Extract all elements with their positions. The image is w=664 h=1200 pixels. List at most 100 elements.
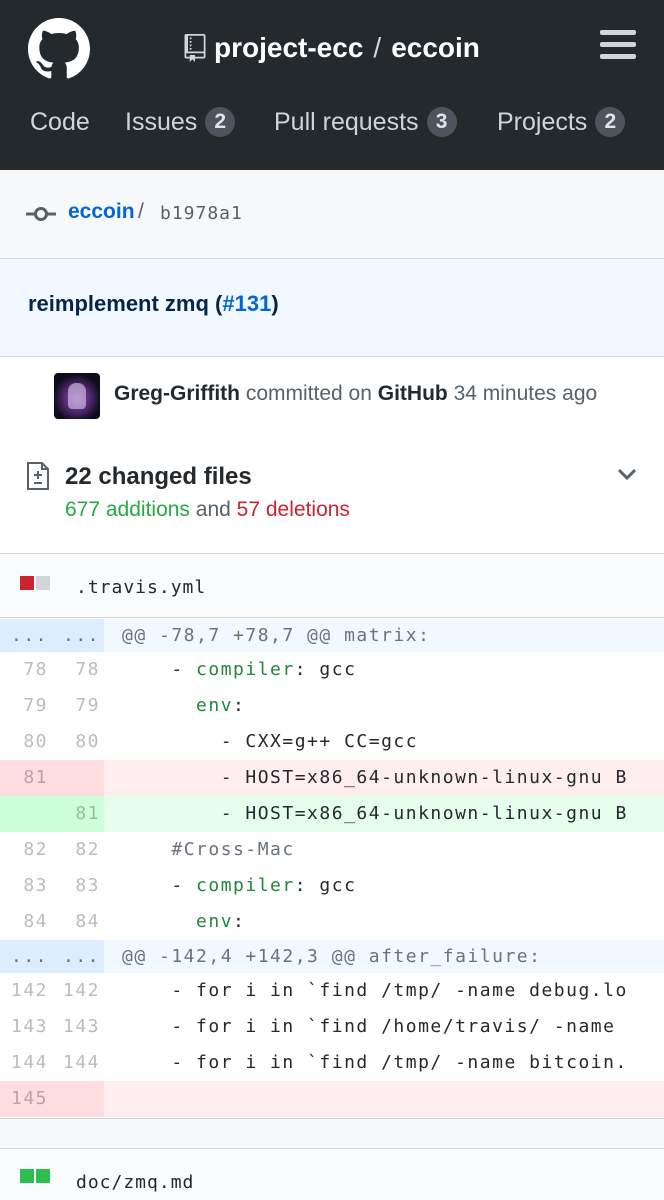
code-line: - compiler: gcc bbox=[122, 652, 356, 688]
file-header[interactable]: .travis.yml bbox=[0, 553, 664, 618]
diff-line: 79 79 env: bbox=[0, 688, 664, 724]
file-name[interactable]: .travis.yml bbox=[76, 577, 206, 598]
tab-label: Pull requests bbox=[274, 107, 419, 136]
commit-time: 34 minutes ago bbox=[453, 382, 598, 405]
code-key: env bbox=[196, 911, 234, 932]
repo-nav: Code Issues 2 Pull requests 3 Projects 2 bbox=[0, 100, 664, 144]
code-line: @@ -142,4 +142,3 @@ after_failure: bbox=[122, 946, 542, 967]
old-line-number[interactable]: 145 bbox=[0, 1081, 48, 1117]
author-link[interactable]: Greg-Griffith bbox=[114, 382, 240, 405]
tab-issues[interactable]: Issues 2 bbox=[125, 100, 236, 144]
new-line-number[interactable] bbox=[50, 760, 100, 796]
old-line-number[interactable]: 83 bbox=[0, 868, 48, 904]
diff-line: 143 143 - for i in `find /home/travis/ -n… bbox=[0, 1009, 664, 1045]
old-line-number[interactable]: 144 bbox=[0, 1045, 48, 1081]
code-line: - HOST=x86_64-unknown-linux-gnu B bbox=[122, 796, 628, 832]
tab-code[interactable]: Code bbox=[30, 100, 90, 144]
hamburger-menu-icon[interactable] bbox=[600, 30, 636, 60]
new-line-number[interactable]: ... bbox=[50, 940, 100, 973]
new-line-number[interactable]: ... bbox=[50, 619, 100, 652]
breadcrumb-separator: / bbox=[138, 200, 144, 223]
diff-hunk-header: ...... @@ -78,7 +78,7 @@ matrix: bbox=[0, 619, 664, 652]
new-line-number[interactable]: 81 bbox=[50, 796, 100, 832]
old-line-number[interactable]: 80 bbox=[0, 724, 48, 760]
tab-projects[interactable]: Projects 2 bbox=[497, 100, 626, 144]
repo-owner-link[interactable]: project-ecc bbox=[214, 32, 363, 64]
file-separator bbox=[0, 1118, 664, 1148]
code-line: - compiler: gcc bbox=[122, 868, 356, 904]
tab-pull-requests[interactable]: Pull requests 3 bbox=[274, 100, 457, 144]
new-line-number[interactable]: 80 bbox=[50, 724, 100, 760]
new-line-number[interactable]: 142 bbox=[50, 973, 100, 1009]
repo-title: project-ecc / eccoin bbox=[184, 30, 480, 66]
tab-label: Code bbox=[30, 107, 90, 136]
count-badge: 2 bbox=[595, 107, 626, 137]
code-text: - for i in `find /home/travis/ -name bbox=[122, 1016, 628, 1037]
old-line-number[interactable]: 79 bbox=[0, 688, 48, 724]
chevron-down-icon[interactable] bbox=[617, 467, 637, 481]
code-value: : gcc bbox=[294, 875, 357, 896]
avatar[interactable] bbox=[54, 373, 100, 419]
diff-line-deleted: 81 - HOST=x86_64-unknown-linux-gnu B bbox=[0, 760, 664, 796]
file-name[interactable]: doc/zmq.md bbox=[76, 1172, 194, 1193]
old-line-number[interactable]: ... bbox=[0, 619, 48, 652]
code-text: - HOST=x86_64-unknown-linux-gnu B bbox=[122, 767, 628, 788]
diffstat-block-added bbox=[36, 1169, 50, 1183]
new-line-number[interactable]: 144 bbox=[50, 1045, 100, 1081]
diff-line: 83 83 - compiler: gcc bbox=[0, 868, 664, 904]
changed-files-count: 22 changed files bbox=[65, 463, 252, 490]
git-commit-icon bbox=[26, 207, 56, 221]
diff-summary[interactable]: 22 changed files 677 additions and 57 de… bbox=[0, 433, 664, 553]
diff-hunk-header: ...... @@ -142,4 +142,3 @@ after_failure: bbox=[0, 940, 664, 973]
code-line: @@ -78,7 +78,7 @@ matrix: bbox=[122, 625, 431, 646]
code-line: - for i in `find /tmp/ -name debug.lo bbox=[122, 973, 628, 1009]
new-line-number[interactable]: 78 bbox=[50, 652, 100, 688]
diff-line: 144 144 - for i in `find /tmp/ -name bitc… bbox=[0, 1045, 664, 1081]
new-line-number[interactable]: 143 bbox=[50, 1009, 100, 1045]
code-line: env: bbox=[122, 688, 245, 724]
code-line: #Cross-Mac bbox=[122, 832, 295, 868]
stats-and: and bbox=[195, 498, 231, 521]
count-badge: 2 bbox=[205, 107, 236, 137]
old-line-number[interactable]: ... bbox=[0, 940, 48, 973]
pull-request-link[interactable]: #131 bbox=[222, 291, 271, 316]
old-line-number[interactable] bbox=[0, 796, 48, 832]
new-line-number[interactable]: 79 bbox=[50, 688, 100, 724]
github-octocat-icon[interactable] bbox=[28, 18, 90, 80]
commit-message-end: ) bbox=[271, 291, 279, 316]
code-line: - for i in `find /home/travis/ -name bbox=[122, 1009, 628, 1045]
old-line-number[interactable]: 78 bbox=[0, 652, 48, 688]
new-line-number[interactable]: 84 bbox=[50, 904, 100, 940]
old-line-number[interactable]: 81 bbox=[0, 760, 48, 796]
diff-line: 78 78 - compiler: gcc bbox=[0, 652, 664, 688]
code-text: - for i in `find /tmp/ -name debug.lo bbox=[122, 980, 628, 1001]
old-line-number[interactable]: 143 bbox=[0, 1009, 48, 1045]
diffstat-block-added bbox=[20, 1169, 34, 1183]
new-line-number[interactable] bbox=[50, 1081, 100, 1117]
count-badge: 3 bbox=[426, 107, 457, 137]
author-meta: Greg-Griffith committed on GitHub 34 min… bbox=[114, 382, 597, 406]
new-line-number[interactable]: 82 bbox=[50, 832, 100, 868]
old-line-number[interactable]: 142 bbox=[0, 973, 48, 1009]
committed-on-text: committed on bbox=[245, 382, 372, 405]
diff-line: 80 80 - CXX=g++ CC=gcc bbox=[0, 724, 664, 760]
code-text: - for i in `find /tmp/ -name bitcoin. bbox=[122, 1052, 628, 1073]
code-line: env: bbox=[122, 904, 245, 940]
deletions-count: 57 deletions bbox=[236, 498, 350, 521]
diff-line: 84 84 env: bbox=[0, 904, 664, 940]
repo-book-icon bbox=[184, 34, 206, 62]
diff-line: 142 142 - for i in `find /tmp/ -name debu… bbox=[0, 973, 664, 1009]
new-line-number[interactable]: 83 bbox=[50, 868, 100, 904]
breadcrumb-repo-link[interactable]: eccoin bbox=[68, 200, 135, 224]
commit-author-row: Greg-Griffith committed on GitHub 34 min… bbox=[0, 358, 664, 433]
old-line-number[interactable]: 84 bbox=[0, 904, 48, 940]
breadcrumb: eccoin / b1978a1 bbox=[0, 170, 664, 259]
old-line-number[interactable]: 82 bbox=[0, 832, 48, 868]
file-header[interactable]: doc/zmq.md bbox=[0, 1148, 664, 1200]
commit-sha: b1978a1 bbox=[160, 203, 243, 224]
repo-name-link[interactable]: eccoin bbox=[391, 32, 480, 64]
code-text: - bbox=[122, 659, 197, 680]
